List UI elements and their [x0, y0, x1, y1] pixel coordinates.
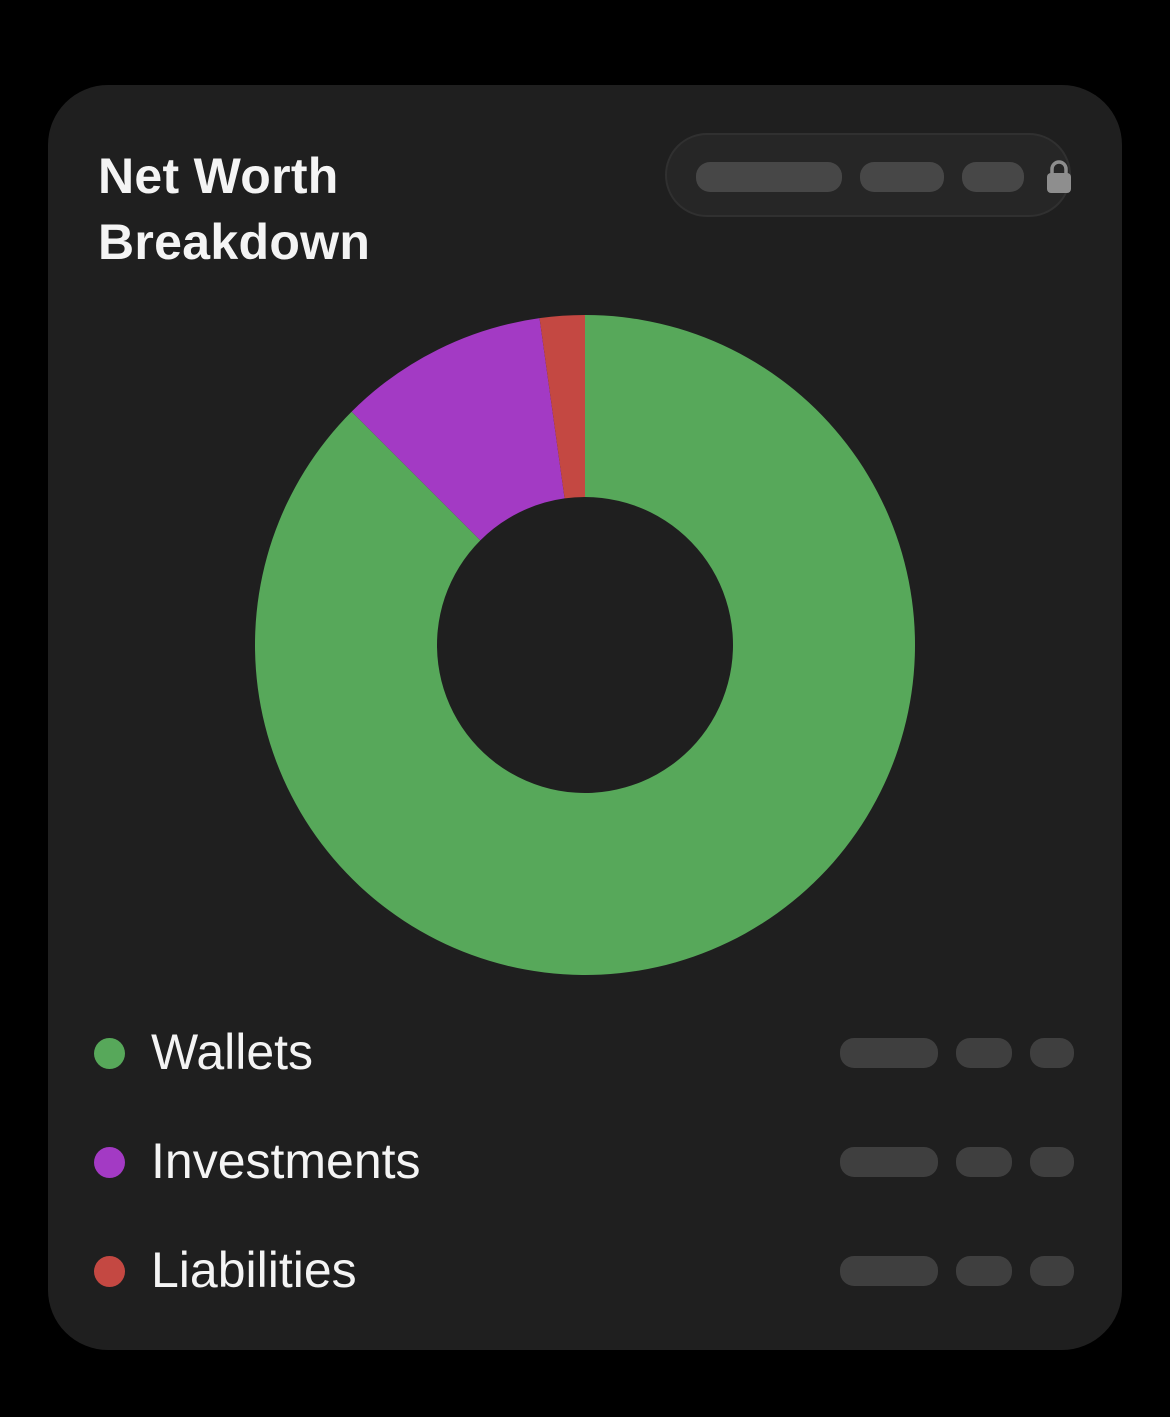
legend-item-liabilities[interactable]: Liabilities [94, 1236, 1074, 1306]
redacted-value [840, 1147, 938, 1177]
redacted-value [1030, 1038, 1074, 1068]
redacted-value [956, 1038, 1012, 1068]
legend-dot [94, 1147, 125, 1178]
redacted-value [1030, 1147, 1074, 1177]
legend-label: Wallets [151, 1024, 314, 1080]
legend-label: Investments [151, 1133, 421, 1189]
redacted-value [840, 1038, 938, 1068]
redacted-value [956, 1256, 1012, 1286]
legend-dot [94, 1256, 125, 1287]
redacted-value [1030, 1256, 1074, 1286]
legend-dot [94, 1038, 125, 1069]
net-worth-card: Net Worth Breakdown Wallets Investments … [48, 85, 1122, 1350]
redacted-value [956, 1147, 1012, 1177]
legend-item-wallets[interactable]: Wallets [94, 1018, 1074, 1088]
legend-item-investments[interactable]: Investments [94, 1127, 1074, 1197]
legend-label: Liabilities [151, 1242, 357, 1298]
redacted-value [840, 1256, 938, 1286]
